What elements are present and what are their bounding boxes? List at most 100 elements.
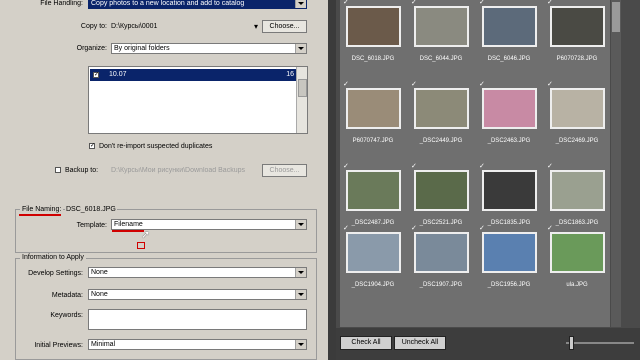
file-naming-sample: DSC_6018.JPG (65, 206, 117, 213)
file-naming-section-label: File Naming: (20, 206, 64, 213)
folder-count: 16 (286, 71, 294, 78)
photo-checkbox[interactable]: ✓ (411, 224, 417, 232)
photo-checkbox[interactable]: ✓ (547, 224, 553, 232)
thumbnail-scrollbar[interactable] (611, 0, 621, 327)
metadata-value: None (91, 291, 108, 298)
develop-settings-label: Develop Settings: (28, 270, 83, 277)
check-all-button[interactable]: Check All (340, 336, 392, 350)
folder-list: ✓ 10.07 16 (88, 66, 308, 134)
photo-cell[interactable]: ✓ DSC_6018.JPG (340, 0, 406, 68)
photo-cell[interactable]: ✓ DSC_6044.JPG (408, 0, 474, 68)
photo-filename: DSC_6018.JPG (351, 56, 395, 62)
photo-filename: _DSC1904.JPG (351, 282, 395, 288)
photo-checkbox[interactable]: ✓ (479, 80, 485, 88)
photo-checkbox[interactable]: ✓ (547, 80, 553, 88)
panel-divider (328, 0, 336, 360)
chevron-down-icon (295, 220, 306, 229)
photo-filename: _DSC2463.JPG (487, 138, 531, 144)
photo-filename: ula.JPG (566, 282, 588, 288)
organize-label: Organize: (76, 45, 107, 52)
organize-select[interactable]: By original folders (111, 43, 307, 54)
slider-handle[interactable] (569, 336, 574, 350)
photo-thumbnail[interactable] (346, 170, 401, 211)
uncheck-all-button[interactable]: Uncheck All (394, 336, 446, 350)
photo-thumbnail[interactable] (346, 6, 401, 47)
scroll-thumb[interactable] (298, 79, 307, 97)
file-handling-select[interactable]: Copy photos to a new location and add to… (88, 0, 307, 9)
chevron-down-icon (295, 268, 306, 277)
photo-cell[interactable]: ✓ ula.JPG (544, 222, 610, 294)
photo-thumbnail[interactable] (550, 232, 605, 273)
photo-cell[interactable]: ✓ _DSC1956.JPG (476, 222, 542, 294)
scroll-thumb[interactable] (612, 2, 620, 32)
copy-to-choose-button[interactable]: Choose... (262, 20, 307, 33)
photo-checkbox[interactable]: ✓ (479, 224, 485, 232)
initial-previews-select[interactable]: Minimal (88, 339, 307, 350)
import-options-panel: File Handling: Copy photos to a new loca… (0, 0, 328, 360)
thumbnail-grid: ✓ DSC_6018.JPG ✓ DSC_6044.JPG ✓ DSC_6046.JPG ✓… (340, 0, 610, 327)
photo-filename: P6070728.JPG (556, 56, 598, 62)
backup-path: D:\Курсы\Мои рисунки\Download Backups (111, 167, 245, 174)
photo-filename: DSC_6044.JPG (419, 56, 463, 62)
develop-settings-select[interactable]: None (88, 267, 307, 278)
photo-checkbox[interactable]: ✓ (547, 162, 553, 170)
copy-to-label: Copy to: (80, 23, 107, 30)
photo-thumbnail[interactable] (550, 88, 605, 129)
photo-checkbox[interactable]: ✓ (343, 162, 349, 170)
preview-footer: Check All Uncheck All (336, 328, 640, 360)
photo-preview-panel: ✓ DSC_6018.JPG ✓ DSC_6044.JPG ✓ DSC_6046.JPG ✓… (336, 0, 640, 360)
photo-cell[interactable]: ✓ _DSC2463.JPG (476, 78, 542, 150)
photo-cell[interactable]: ✓ _DSC2469.JPG (544, 78, 610, 150)
photo-thumbnail[interactable] (482, 6, 537, 47)
backup-checkbox[interactable] (55, 167, 61, 173)
file-handling-label: File Handling: (40, 0, 83, 7)
metadata-select[interactable]: None (88, 289, 307, 300)
folder-row[interactable]: ✓ 10.07 16 (90, 69, 297, 81)
photo-thumbnail[interactable] (414, 6, 469, 47)
photo-cell[interactable]: ✓ P6070728.JPG (544, 0, 610, 68)
photo-cell[interactable]: ✓ _DSC2449.JPG (408, 78, 474, 150)
photo-thumbnail[interactable] (414, 232, 469, 273)
photo-checkbox[interactable]: ✓ (411, 80, 417, 88)
photo-checkbox[interactable]: ✓ (343, 80, 349, 88)
organize-value: By original folders (114, 45, 170, 52)
keywords-input[interactable] (88, 309, 307, 330)
photo-thumbnail[interactable] (550, 170, 605, 211)
photo-thumbnail[interactable] (414, 170, 469, 211)
backup-label: Backup to: (65, 167, 99, 174)
dont-reimport-label: Don't re-import suspected duplicates (99, 143, 213, 150)
photo-cell[interactable]: ✓ DSC_6046.JPG (476, 0, 542, 68)
photo-checkbox[interactable]: ✓ (479, 162, 485, 170)
folder-list-scrollbar[interactable] (296, 67, 307, 133)
photo-checkbox[interactable]: ✓ (411, 162, 417, 170)
photo-filename: _DSC1956.JPG (487, 282, 531, 288)
dont-reimport-checkbox[interactable]: ✓ (89, 143, 95, 149)
photo-checkbox[interactable]: ✓ (343, 224, 349, 232)
photo-thumbnail[interactable] (346, 88, 401, 129)
photo-thumbnail[interactable] (414, 88, 469, 129)
photo-filename: P6070747.JPG (352, 138, 394, 144)
photo-thumbnail[interactable] (482, 170, 537, 211)
initial-previews-label: Initial Previews: (34, 342, 83, 349)
develop-settings-value: None (91, 269, 108, 276)
copy-to-path: D:\Курсы\0001 (111, 23, 158, 30)
file-handling-value: Copy photos to a new location and add to… (91, 0, 245, 7)
photo-thumbnail[interactable] (550, 6, 605, 47)
photo-thumbnail[interactable] (346, 232, 401, 273)
photo-filename: DSC_6046.JPG (487, 56, 531, 62)
chevron-down-icon (295, 0, 306, 8)
thumbnail-size-slider[interactable] (566, 342, 634, 344)
photo-thumbnail[interactable] (482, 88, 537, 129)
chevron-down-icon (295, 340, 306, 349)
photo-thumbnail[interactable] (482, 232, 537, 273)
template-label: Template: (76, 222, 107, 229)
keywords-label: Keywords: (50, 312, 83, 319)
photo-cell[interactable]: ✓ _DSC1904.JPG (340, 222, 406, 294)
chevron-down-icon[interactable]: ▾ (254, 22, 258, 31)
folder-checkbox[interactable]: ✓ (93, 72, 99, 78)
backup-choose-button[interactable]: Choose... (262, 164, 307, 177)
annotation-marker (137, 242, 145, 249)
photo-cell[interactable]: ✓ P6070747.JPG (340, 78, 406, 150)
photo-cell[interactable]: ✓ _DSC1907.JPG (408, 222, 474, 294)
mouse-cursor-icon: ➚ (141, 229, 151, 241)
